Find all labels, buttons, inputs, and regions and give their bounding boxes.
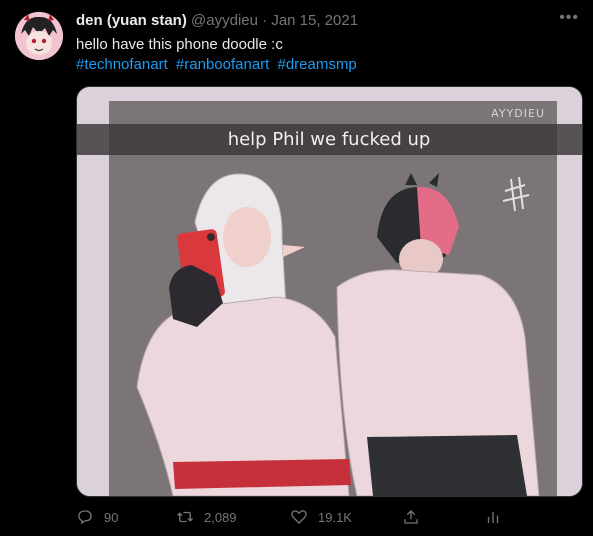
hashtag-link[interactable]: #technofanart [76,56,168,73]
hashtag-list: #technofanart #ranboofanart #dreamsmp [76,55,361,75]
author-avatar[interactable] [15,12,63,60]
hashtag-link[interactable]: #dreamsmp [278,56,357,73]
analytics-button[interactable] [484,508,512,526]
tweet-actions: 90 2,089 19.1K [76,508,506,530]
retweet-count: 2,089 [204,509,237,525]
avatar-image [15,12,63,60]
header-separator: · [262,12,268,29]
like-button[interactable]: 19.1K [290,508,352,526]
hashtag-link[interactable]: #ranboofanart [176,56,269,73]
tweet-header: den (yuan stan) @ayydieu · Jan 15, 2021 [76,12,358,29]
artist-signature: AYYDIEU [491,107,545,120]
analytics-icon [487,511,499,523]
retweet-icon [177,511,193,523]
retweet-button[interactable]: 2,089 [176,508,237,526]
share-button[interactable] [402,508,430,526]
tweet-body: hello have this phone doodle :c #technof… [76,35,361,75]
reply-icon [78,510,92,525]
reply-button[interactable]: 90 [76,508,118,526]
snap-caption: help Phil we fucked up [228,129,431,150]
more-icon[interactable]: ••• [559,9,579,27]
share-icon [404,510,418,524]
tweet-text: hello have this phone doodle :c [76,36,283,53]
tweet-image[interactable]: AYYDIEU help Phil we fucked up [76,86,583,497]
tweet-date[interactable]: Jan 15, 2021 [271,12,358,29]
phone-doodle-artwork: AYYDIEU help Phil we fucked up [77,87,582,496]
reply-count: 90 [104,509,119,525]
like-count: 19.1K [318,509,352,525]
author-handle[interactable]: @ayydieu [191,12,258,29]
author-name[interactable]: den (yuan stan) [76,12,187,29]
like-icon [291,510,307,524]
